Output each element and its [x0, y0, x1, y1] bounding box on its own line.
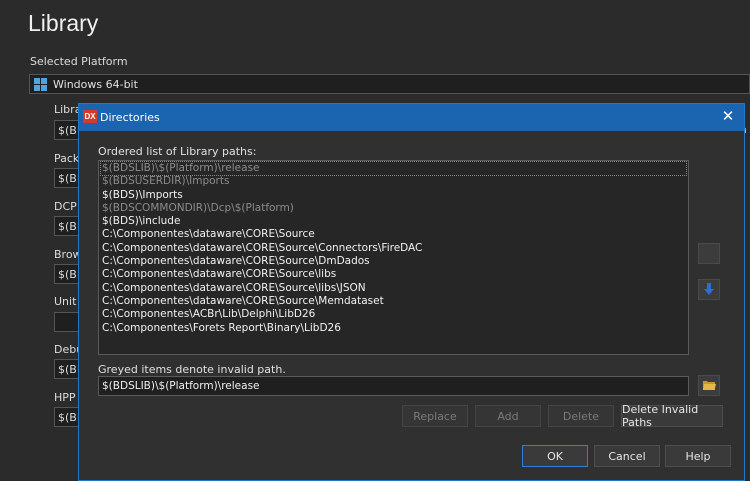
greyed-items-note: Greyed items denote invalid path. [98, 363, 286, 376]
platform-value: Windows 64-bit [53, 77, 138, 91]
list-item[interactable]: C:\Componentes\dataware\CORE\Source\libs… [101, 282, 686, 295]
help-button[interactable]: Help [665, 445, 731, 467]
add-button[interactable]: Add [475, 405, 541, 427]
unit-scope-label: Unit [54, 295, 77, 308]
page-title: Library [28, 10, 99, 36]
list-item[interactable]: C:\Componentes\dataware\CORE\Source [101, 228, 686, 241]
directories-dialog: DX Directories ✕ Ordered list of Library… [78, 103, 745, 481]
list-item[interactable]: C:\Componentes\dataware\CORE\Source\DmDa… [101, 255, 686, 268]
delete-invalid-paths-button[interactable]: Delete Invalid Paths [621, 403, 723, 429]
dialog-titlebar: DX Directories ✕ [79, 104, 744, 131]
list-item[interactable]: $(BDSCOMMONDIR)\Dcp\$(Platform) [101, 202, 686, 215]
windows-icon [34, 77, 47, 91]
list-label: Ordered list of Library paths: [98, 145, 257, 158]
platform-dropdown[interactable]: Windows 64-bit [29, 74, 750, 94]
selected-platform-label: Selected Platform [30, 55, 128, 68]
list-item[interactable]: C:\Componentes\dataware\CORE\Source\libs [101, 268, 686, 281]
move-down-button[interactable] [698, 279, 720, 300]
replace-button[interactable]: Replace [402, 405, 468, 427]
browse-folder-button[interactable] [698, 375, 720, 396]
list-item[interactable]: C:\Componentes\dataware\CORE\Source\Memd… [101, 295, 686, 308]
folder-icon [703, 381, 716, 390]
list-item[interactable]: C:\Componentes\ACBr\Lib\Delphi\LibD26 [101, 308, 686, 321]
delete-button[interactable]: Delete [548, 405, 614, 427]
dialog-title: Directories [100, 111, 160, 124]
list-item[interactable]: C:\Componentes\dataware\CORE\Source\Conn… [101, 242, 686, 255]
hpp-output-label: HPP [54, 391, 76, 404]
ok-button[interactable]: OK [522, 445, 588, 467]
close-icon[interactable]: ✕ [718, 107, 738, 127]
list-item[interactable]: $(BDSLIB)\$(Platform)\release [100, 160, 687, 177]
package-output-label: Pack [54, 152, 80, 165]
list-item[interactable]: C:\Componentes\Forets Report\Binary\LibD… [101, 322, 686, 335]
list-item[interactable]: $(BDS)\include [101, 215, 686, 228]
cancel-button[interactable]: Cancel [594, 445, 660, 467]
arrow-down-icon [704, 283, 714, 295]
list-item[interactable]: $(BDS)\Imports [101, 189, 686, 202]
path-input[interactable]: $(BDSLIB)\$(Platform)\release [98, 376, 689, 396]
library-paths-list[interactable]: $(BDSLIB)\$(Platform)\release $(BDSUSERD… [98, 160, 689, 355]
dx-app-icon: DX [83, 110, 97, 123]
dcp-output-label: DCP [54, 200, 77, 213]
move-up-button[interactable] [698, 243, 720, 264]
list-item[interactable]: $(BDSUSERDIR)\Imports [101, 175, 686, 188]
